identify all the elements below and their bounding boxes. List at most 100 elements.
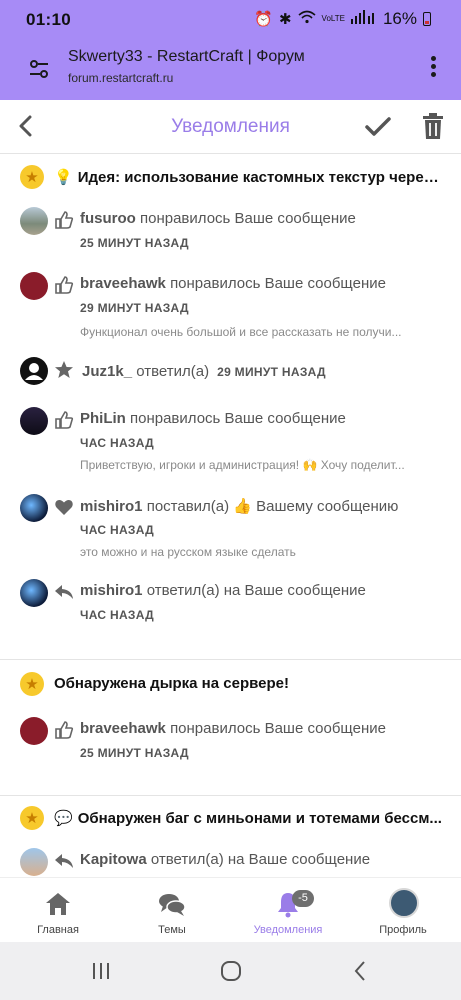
site-settings-icon[interactable] [28,58,50,80]
username[interactable]: mishiro1 [80,498,143,515]
star-icon: ★ [20,672,44,696]
message-snippet: Функционал очень большой и все рассказат… [80,325,402,339]
list-item[interactable]: mishiro1 поставил(а) 👍 Вашему сообщению … [0,492,461,562]
star-icon [55,361,73,378]
timestamp: ЧАС НАЗАД [80,523,155,537]
action-text: понравилось Ваше сообщение [170,720,386,737]
more-menu-icon[interactable] [428,56,438,82]
thumbs-up-icon [55,411,74,429]
chat-bubbles-icon [159,894,186,916]
reply-icon [55,854,73,868]
tab-home[interactable]: Главная [8,878,108,943]
bulb-emoji: 💡 [54,169,73,186]
avatar[interactable] [20,207,48,235]
home-icon [46,893,70,915]
tab-notifications[interactable]: -5 Уведомления [238,878,338,943]
group-header[interactable]: ★ Обнаружена дырка на сервере! [0,660,461,710]
avatar[interactable] [20,579,48,607]
message-snippet: Приветствую, игроки и администрация! 🙌 Х… [80,458,405,472]
timestamp: 25 МИНУТ НАЗАД [80,236,189,250]
username[interactable]: mishiro1 [80,582,143,599]
notification-text: Kapitowa ответил(а) на Ваше сообщение [80,851,370,868]
avatar[interactable] [20,357,48,385]
avatar[interactable] [20,494,48,522]
avatar[interactable] [20,848,48,876]
battery-icon [423,12,431,26]
status-bar: 01:10 ⏰ ✱ VoLTE 16% [0,0,461,40]
signal-icon [350,10,377,28]
star-icon: ★ [20,806,44,830]
thumbs-up-icon [55,721,74,739]
message-snippet: это можно и на русском языке сделать [80,545,296,559]
profile-avatar [389,888,419,918]
thumbs-up-icon [55,276,74,294]
avatar[interactable] [20,272,48,300]
thread-title[interactable]: Обнаружена дырка на сервере! [54,675,443,692]
bluetooth-icon: ✱ [278,11,292,28]
username[interactable]: PhiLin [80,410,126,427]
group-header[interactable]: ★ 💡 Идея: использование кастомных текстур… [0,155,461,199]
list-item[interactable]: fusuroo понравилось Ваше сообщение 25 МИ… [0,205,461,260]
bottom-nav: Главная Темы -5 Уведомления Профиль [0,877,461,942]
action-text: понравилось Ваше сообщение [140,210,356,227]
home-button-icon[interactable] [220,960,242,982]
star-icon: ★ [20,165,44,189]
action-text: понравилось Ваше сообщение [130,410,346,427]
page-url[interactable]: forum.restartcraft.ru [68,71,173,85]
notification-group[interactable]: ★ Обнаружена дырка на сервере! braveehaw… [0,660,461,796]
list-item[interactable]: mishiro1 ответил(а) на Ваше сообщение ЧА… [0,577,461,627]
notification-text: Juz1k_ ответил(а) 29 МИНУТ НАЗАД [82,363,326,380]
username[interactable]: braveehawk [80,275,166,292]
tab-profile-label: Профиль [379,924,427,936]
back-button-icon[interactable] [350,960,372,982]
mark-read-check-icon[interactable] [364,114,392,140]
list-item[interactable]: Juz1k_ ответил(а) 29 МИНУТ НАЗАД [0,355,461,390]
thread-title-text: Идея: использование кастомных текстур че… [77,169,443,186]
notification-count-badge: -5 [292,890,314,907]
top-bar: 01:10 ⏰ ✱ VoLTE 16% Skwerty33 - RestartC… [0,0,461,100]
group-header[interactable]: ★ 💬 Обнаружен баг с миньонами и тотемами … [0,796,461,842]
avatar[interactable] [20,717,48,745]
action-text: ответил(а) на Ваше сообщение [150,851,371,868]
browser-toolbar: Skwerty33 - RestartCraft | Форум forum.r… [0,40,461,100]
notifications-list: ★ 💡 Идея: использование кастомных текстур… [0,155,461,877]
reply-icon [55,585,73,599]
trash-icon[interactable] [422,112,444,140]
notification-group[interactable]: ★ 💬 Обнаружен баг с миньонами и тотемами … [0,796,461,877]
username[interactable]: Kapitowa [80,851,147,868]
page-title: Skwerty33 - RestartCraft | Форум [68,48,305,65]
notification-text: mishiro1 поставил(а) 👍 Вашему сообщению [80,497,398,515]
notification-text: fusuroo понравилось Ваше сообщение [80,210,356,227]
avatar[interactable] [20,407,48,435]
status-time: 01:10 [26,10,71,29]
timestamp: ЧАС НАЗАД [80,436,155,450]
thumbs-up-icon [55,211,74,229]
tab-home-label: Главная [37,924,79,936]
timestamp: 29 МИНУТ НАЗАД [80,301,189,315]
list-item[interactable]: PhiLin понравилось Ваше сообщение ЧАС НА… [0,405,461,475]
list-item[interactable]: braveehawk понравилось Ваше сообщение 29… [0,270,461,340]
heart-icon [55,500,73,515]
list-item[interactable]: braveehawk понравилось Ваше сообщение 25… [0,715,461,765]
timestamp: ЧАС НАЗАД [80,608,155,622]
list-item[interactable]: Kapitowa ответил(а) на Ваше сообщение [0,846,461,877]
action-text: поставил(а) 👍 Вашему сообщению [146,498,399,515]
tab-profile[interactable]: Профиль [353,878,453,943]
thread-title-text: Обнаружен баг с миньонами и тотемами бес… [77,810,442,827]
username[interactable]: braveehawk [80,720,166,737]
username[interactable]: Juz1k_ [82,363,132,380]
thread-title[interactable]: 💬 Обнаружен баг с миньонами и тотемами бе… [54,809,443,827]
notification-text: PhiLin понравилось Ваше сообщение [80,410,346,427]
notification-text: mishiro1 ответил(а) на Ваше сообщение [80,582,366,599]
default-avatar-icon [25,363,43,380]
notification-text: braveehawk понравилось Ваше сообщение [80,275,386,292]
notification-text: braveehawk понравилось Ваше сообщение [80,720,386,737]
recent-apps-icon[interactable] [90,960,112,982]
notification-group[interactable]: ★ 💡 Идея: использование кастомных текстур… [0,155,461,660]
tab-topics[interactable]: Темы [122,878,222,943]
thread-title[interactable]: 💡 Идея: использование кастомных текстур ч… [54,168,443,186]
username[interactable]: fusuroo [80,210,136,227]
action-text: ответил(а) на Ваше сообщение [146,582,366,599]
action-text: ответил(а) [136,363,210,380]
tab-topics-label: Темы [158,924,186,936]
